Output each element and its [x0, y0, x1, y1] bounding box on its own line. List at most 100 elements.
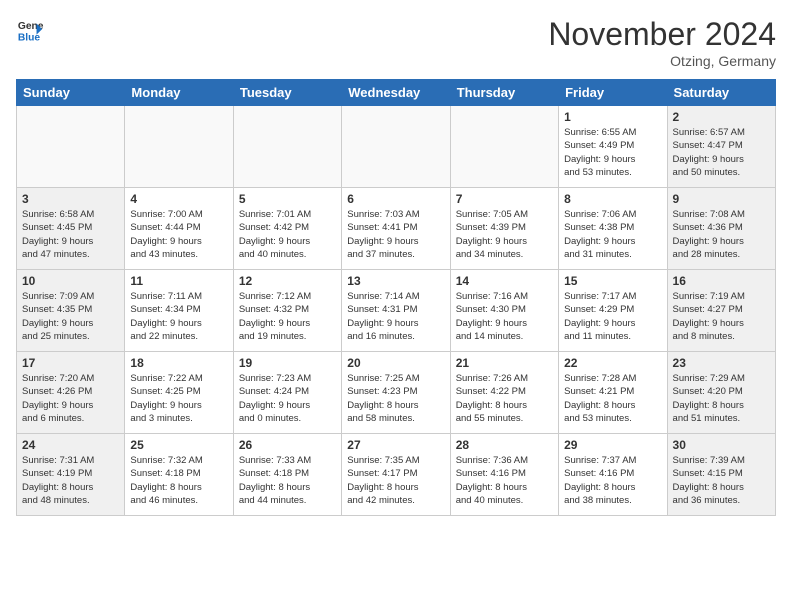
day-number: 21	[456, 356, 553, 370]
calendar-table: Sunday Monday Tuesday Wednesday Thursday…	[16, 79, 776, 516]
table-row: 4 Sunrise: 7:00 AM Sunset: 4:44 PM Daylig…	[125, 188, 233, 270]
day-number: 14	[456, 274, 553, 288]
day-detail: Sunrise: 7:11 AM Sunset: 4:34 PM Dayligh…	[130, 290, 227, 343]
day-number: 27	[347, 438, 444, 452]
day-detail: Sunrise: 6:57 AM Sunset: 4:47 PM Dayligh…	[673, 126, 770, 179]
table-row: 24Sunrise: 7:31 AM Sunset: 4:19 PM Dayli…	[17, 434, 125, 516]
table-row: 21 Sunrise: 7:26 AM Sunset: 4:22 PM Dayli…	[450, 352, 558, 434]
day-detail: Sunrise: 7:12 AM Sunset: 4:32 PM Dayligh…	[239, 290, 336, 343]
day-detail: Sunrise: 7:17 AM Sunset: 4:29 PM Dayligh…	[564, 290, 661, 343]
table-row: 12Sunrise: 7:12 AM Sunset: 4:32 PM Dayli…	[233, 270, 341, 352]
day-detail: Sunrise: 7:01 AM Sunset: 4:42 PM Dayligh…	[239, 208, 336, 261]
day-number: 5	[239, 192, 336, 206]
day-detail: Sunrise: 6:58 AM Sunset: 4:45 PM Dayligh…	[22, 208, 119, 261]
day-detail: Sunrise: 7:03 AM Sunset: 4:41 PM Dayligh…	[347, 208, 444, 261]
table-row: 3Sunrise: 6:58 AM Sunset: 4:45 PM Daylig…	[17, 188, 125, 270]
day-detail: Sunrise: 7:23 AM Sunset: 4:24 PM Dayligh…	[239, 372, 336, 425]
day-number: 28	[456, 438, 553, 452]
day-number: 26	[239, 438, 336, 452]
table-row: 11 Sunrise: 7:11 AM Sunset: 4:34 PM Dayli…	[125, 270, 233, 352]
day-number: 13	[347, 274, 444, 288]
day-detail: Sunrise: 7:08 AM Sunset: 4:36 PM Dayligh…	[673, 208, 770, 261]
day-detail: Sunrise: 7:22 AM Sunset: 4:25 PM Dayligh…	[130, 372, 227, 425]
day-number: 7	[456, 192, 553, 206]
title-block: November 2024 Otzing, Germany	[548, 16, 776, 69]
table-row: 17 Sunrise: 7:20 AM Sunset: 4:26 PM Dayli…	[17, 352, 125, 434]
day-number: 20	[347, 356, 444, 370]
table-row: 20 Sunrise: 7:25 AM Sunset: 4:23 PM Dayli…	[342, 352, 450, 434]
day-number: 4	[130, 192, 227, 206]
day-number: 9	[673, 192, 770, 206]
table-row	[17, 106, 125, 188]
col-friday: Friday	[559, 80, 667, 106]
table-row: 5 Sunrise: 7:01 AM Sunset: 4:42 PM Daylig…	[233, 188, 341, 270]
day-number: 22	[564, 356, 661, 370]
calendar-week-1: 3Sunrise: 6:58 AM Sunset: 4:45 PM Daylig…	[17, 188, 776, 270]
col-tuesday: Tuesday	[233, 80, 341, 106]
day-detail: Sunrise: 7:09 AM Sunset: 4:35 PM Dayligh…	[22, 290, 119, 343]
day-number: 8	[564, 192, 661, 206]
table-row: 9 Sunrise: 7:08 AM Sunset: 4:36 PM Daylig…	[667, 188, 775, 270]
logo: General Blue	[16, 16, 46, 44]
table-row: 19 Sunrise: 7:23 AM Sunset: 4:24 PM Dayli…	[233, 352, 341, 434]
table-row: 29 Sunrise: 7:37 AM Sunset: 4:16 PM Dayli…	[559, 434, 667, 516]
day-detail: Sunrise: 7:25 AM Sunset: 4:23 PM Dayligh…	[347, 372, 444, 425]
day-detail: Sunrise: 7:16 AM Sunset: 4:30 PM Dayligh…	[456, 290, 553, 343]
day-detail: Sunrise: 6:55 AM Sunset: 4:49 PM Dayligh…	[564, 126, 661, 179]
day-number: 29	[564, 438, 661, 452]
calendar-week-4: 24Sunrise: 7:31 AM Sunset: 4:19 PM Dayli…	[17, 434, 776, 516]
day-detail: Sunrise: 7:39 AM Sunset: 4:15 PM Dayligh…	[673, 454, 770, 507]
header: General Blue November 2024 Otzing, Germa…	[16, 16, 776, 69]
day-number: 11	[130, 274, 227, 288]
header-row: Sunday Monday Tuesday Wednesday Thursday…	[17, 80, 776, 106]
table-row: 28Sunrise: 7:36 AM Sunset: 4:16 PM Dayli…	[450, 434, 558, 516]
day-detail: Sunrise: 7:06 AM Sunset: 4:38 PM Dayligh…	[564, 208, 661, 261]
table-row: 7 Sunrise: 7:05 AM Sunset: 4:39 PM Daylig…	[450, 188, 558, 270]
day-detail: Sunrise: 7:29 AM Sunset: 4:20 PM Dayligh…	[673, 372, 770, 425]
col-wednesday: Wednesday	[342, 80, 450, 106]
day-detail: Sunrise: 7:35 AM Sunset: 4:17 PM Dayligh…	[347, 454, 444, 507]
day-detail: Sunrise: 7:32 AM Sunset: 4:18 PM Dayligh…	[130, 454, 227, 507]
table-row: 27 Sunrise: 7:35 AM Sunset: 4:17 PM Dayli…	[342, 434, 450, 516]
day-number: 30	[673, 438, 770, 452]
day-number: 17	[22, 356, 119, 370]
day-detail: Sunrise: 7:20 AM Sunset: 4:26 PM Dayligh…	[22, 372, 119, 425]
day-detail: Sunrise: 7:37 AM Sunset: 4:16 PM Dayligh…	[564, 454, 661, 507]
day-number: 25	[130, 438, 227, 452]
day-number: 16	[673, 274, 770, 288]
table-row: 14 Sunrise: 7:16 AM Sunset: 4:30 PM Dayli…	[450, 270, 558, 352]
month-title: November 2024	[548, 16, 776, 53]
day-detail: Sunrise: 7:31 AM Sunset: 4:19 PM Dayligh…	[22, 454, 119, 507]
day-number: 1	[564, 110, 661, 124]
table-row: 6Sunrise: 7:03 AM Sunset: 4:41 PM Daylig…	[342, 188, 450, 270]
day-number: 2	[673, 110, 770, 124]
day-number: 18	[130, 356, 227, 370]
day-detail: Sunrise: 7:19 AM Sunset: 4:27 PM Dayligh…	[673, 290, 770, 343]
table-row: 16 Sunrise: 7:19 AM Sunset: 4:27 PM Dayli…	[667, 270, 775, 352]
day-detail: Sunrise: 7:28 AM Sunset: 4:21 PM Dayligh…	[564, 372, 661, 425]
day-number: 23	[673, 356, 770, 370]
calendar-week-3: 17 Sunrise: 7:20 AM Sunset: 4:26 PM Dayli…	[17, 352, 776, 434]
page-container: General Blue November 2024 Otzing, Germa…	[0, 0, 792, 524]
day-number: 10	[22, 274, 119, 288]
table-row	[125, 106, 233, 188]
table-row: 13 Sunrise: 7:14 AM Sunset: 4:31 PM Dayli…	[342, 270, 450, 352]
table-row: 23 Sunrise: 7:29 AM Sunset: 4:20 PM Dayli…	[667, 352, 775, 434]
logo-icon: General Blue	[16, 16, 44, 44]
day-detail: Sunrise: 7:26 AM Sunset: 4:22 PM Dayligh…	[456, 372, 553, 425]
day-detail: Sunrise: 7:05 AM Sunset: 4:39 PM Dayligh…	[456, 208, 553, 261]
table-row	[233, 106, 341, 188]
col-sunday: Sunday	[17, 80, 125, 106]
table-row: 25 Sunrise: 7:32 AM Sunset: 4:18 PM Dayli…	[125, 434, 233, 516]
day-detail: Sunrise: 7:33 AM Sunset: 4:18 PM Dayligh…	[239, 454, 336, 507]
col-thursday: Thursday	[450, 80, 558, 106]
day-detail: Sunrise: 7:00 AM Sunset: 4:44 PM Dayligh…	[130, 208, 227, 261]
table-row	[342, 106, 450, 188]
table-row: 30 Sunrise: 7:39 AM Sunset: 4:15 PM Dayli…	[667, 434, 775, 516]
day-number: 19	[239, 356, 336, 370]
table-row: 2 Sunrise: 6:57 AM Sunset: 4:47 PM Daylig…	[667, 106, 775, 188]
day-detail: Sunrise: 7:14 AM Sunset: 4:31 PM Dayligh…	[347, 290, 444, 343]
calendar-week-0: 1 Sunrise: 6:55 AM Sunset: 4:49 PM Daylig…	[17, 106, 776, 188]
table-row: 15Sunrise: 7:17 AM Sunset: 4:29 PM Dayli…	[559, 270, 667, 352]
col-monday: Monday	[125, 80, 233, 106]
